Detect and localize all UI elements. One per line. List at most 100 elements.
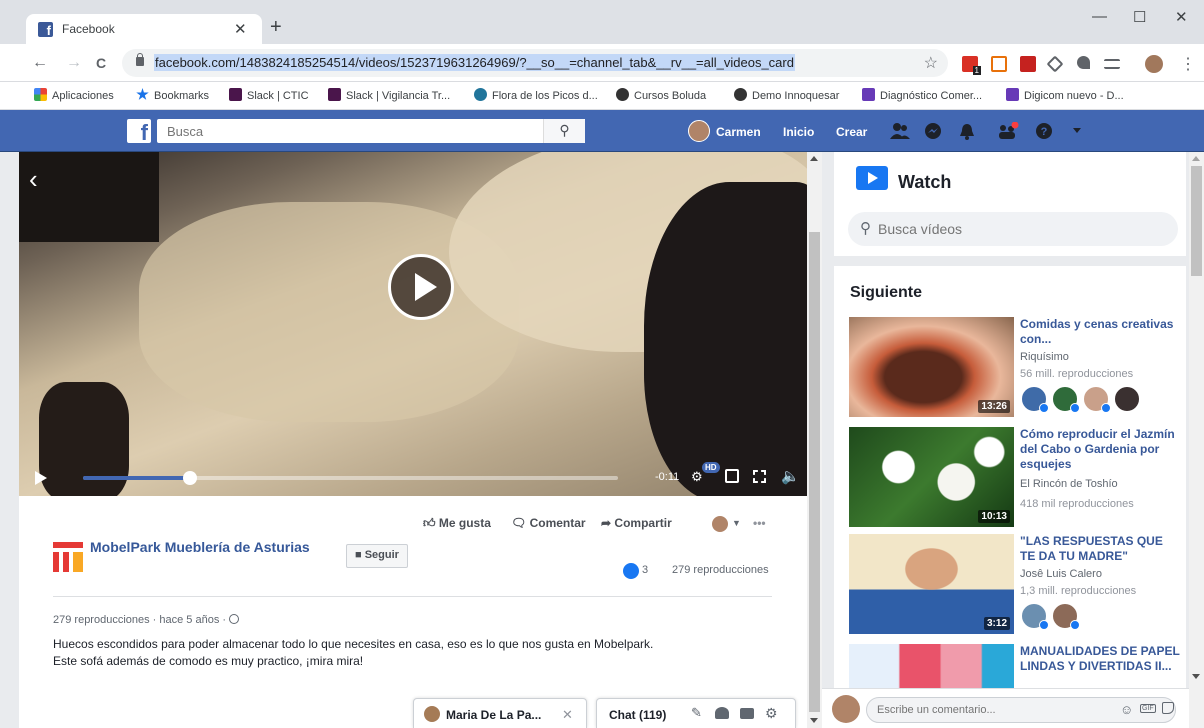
mobelpark-logo-icon[interactable]: [53, 542, 83, 572]
notifications-bell-icon[interactable]: [958, 122, 976, 140]
create-group-icon[interactable]: [715, 707, 729, 719]
watch-title[interactable]: Watch: [898, 172, 951, 193]
user-avatar[interactable]: [688, 120, 710, 142]
extension-icon[interactable]: [991, 56, 1007, 72]
scrollbar-thumb[interactable]: [1191, 166, 1202, 276]
tag-icon[interactable]: [1046, 55, 1064, 73]
comment-button[interactable]: 🗨︎ Comentar: [511, 516, 586, 530]
profile-avatar[interactable]: [1145, 55, 1163, 73]
chat-close-icon[interactable]: ✕: [562, 707, 573, 723]
watch-tv-icon[interactable]: [856, 166, 888, 190]
back-button[interactable]: ←: [32, 54, 48, 72]
url-text[interactable]: facebook.com/1483824185254514/videos/152…: [154, 54, 795, 71]
tab-close-icon[interactable]: ✕: [234, 20, 247, 38]
account-menu-chevron-icon[interactable]: [1073, 128, 1081, 133]
chat-tab-main[interactable]: Chat (119) ✎ ⚙: [596, 698, 796, 728]
close-window-button[interactable]: ✕: [1175, 8, 1188, 26]
share-button[interactable]: ➦ Compartir: [601, 516, 672, 530]
scroll-down-arrow-icon[interactable]: [810, 718, 818, 723]
bookmark-item[interactable]: Flora de los Picos d...: [474, 88, 598, 102]
puzzle-icon[interactable]: [1077, 56, 1090, 69]
new-tab-button[interactable]: +: [270, 17, 282, 37]
fullscreen-icon[interactable]: [753, 470, 766, 483]
progress-handle[interactable]: [183, 471, 197, 485]
minimize-button[interactable]: —: [1092, 8, 1107, 25]
avatar[interactable]: [1113, 385, 1141, 413]
profile-link[interactable]: Carmen: [716, 125, 761, 139]
progress-track[interactable]: [83, 471, 618, 485]
video-call-icon[interactable]: [740, 708, 754, 719]
video-channel[interactable]: Josê Luis Calero: [1020, 568, 1102, 580]
reading-list-icon[interactable]: [1104, 59, 1120, 69]
settings-gear-icon[interactable]: ⚙: [691, 469, 703, 485]
chevron-down-icon[interactable]: ▼: [732, 518, 741, 528]
main-scrollbar[interactable]: [807, 152, 822, 728]
like-count[interactable]: 3: [642, 564, 648, 576]
play-button[interactable]: [388, 254, 454, 320]
bookmark-star-icon[interactable]: ☆: [924, 53, 938, 73]
search-videos-input[interactable]: [848, 212, 1178, 246]
bookmark-item[interactable]: Slack | CTIC: [229, 88, 309, 102]
volume-icon[interactable]: 🔈: [781, 467, 800, 485]
address-bar[interactable]: facebook.com/1483824185254514/videos/152…: [122, 49, 948, 77]
follow-button[interactable]: ■ Seguir: [346, 544, 408, 568]
bookmark-item[interactable]: Aplicaciones: [34, 88, 114, 102]
sidebar-scrollbar[interactable]: [1189, 152, 1204, 728]
messenger-icon[interactable]: [924, 122, 942, 140]
list-item[interactable]: 3:12 "LAS RESPUESTAS QUE TE DA TU MADRE"…: [849, 534, 1184, 634]
video-title-link[interactable]: "LAS RESPUESTAS QUE TE DA TU MADRE": [1020, 534, 1180, 564]
video-title-link[interactable]: Comidas y cenas creativas con...: [1020, 317, 1180, 347]
chat-tab-person[interactable]: Maria De La Pa... ✕: [413, 698, 587, 728]
list-item[interactable]: 13:26 Comidas y cenas creativas con... R…: [849, 317, 1184, 417]
list-item[interactable]: 10:13 Cómo reproducir el Jazmín del Cabo…: [849, 427, 1184, 527]
emoji-icon[interactable]: ☺: [1120, 702, 1133, 717]
page-name-link[interactable]: MobelPark Mueblería de Asturias: [90, 536, 320, 558]
search-button[interactable]: ⚲: [543, 119, 585, 143]
avatar[interactable]: [1082, 385, 1111, 413]
scroll-up-arrow-icon[interactable]: [810, 156, 818, 161]
video-channel[interactable]: El Rincón de Toshío: [1020, 478, 1118, 490]
reload-button[interactable]: C: [96, 55, 106, 71]
avatar[interactable]: [1051, 385, 1080, 413]
forward-button[interactable]: →: [66, 54, 82, 72]
play-icon[interactable]: [35, 471, 47, 485]
scrollbar-thumb[interactable]: [809, 232, 820, 712]
video-player[interactable]: ‹ -0:11 ⚙ HD 🔈: [19, 152, 807, 496]
chrome-menu-icon[interactable]: ⋮: [1180, 54, 1196, 74]
facebook-logo-icon[interactable]: f: [127, 119, 151, 145]
previous-video-chevron-icon[interactable]: ‹: [29, 164, 38, 195]
help-icon[interactable]: ?: [1035, 122, 1053, 140]
groups-icon[interactable]: [997, 121, 1019, 140]
reaction-avatar[interactable]: [712, 516, 728, 532]
extension-icon[interactable]: [1020, 56, 1036, 72]
friend-requests-icon[interactable]: [890, 122, 910, 140]
video-thumbnail[interactable]: 3:12: [849, 534, 1014, 634]
video-title-link[interactable]: Cómo reproducir el Jazmín del Cabo o Gar…: [1020, 427, 1180, 472]
scroll-down-arrow-icon[interactable]: [1192, 674, 1200, 679]
avatar[interactable]: [1020, 602, 1049, 630]
search-input[interactable]: [157, 119, 585, 143]
picture-in-picture-icon[interactable]: [725, 469, 739, 483]
create-link[interactable]: Crear: [836, 125, 867, 139]
maximize-button[interactable]: ☐: [1133, 8, 1146, 26]
chat-settings-gear-icon[interactable]: ⚙: [765, 705, 778, 722]
gif-icon[interactable]: GIF: [1140, 704, 1156, 713]
new-message-icon[interactable]: ✎: [691, 705, 702, 721]
sticker-icon[interactable]: [1162, 702, 1174, 714]
bookmark-item[interactable]: Diagnóstico Comer...: [862, 88, 982, 102]
avatar[interactable]: [1051, 602, 1080, 630]
browser-tab[interactable]: f Facebook ✕: [26, 14, 262, 44]
scroll-up-arrow-icon[interactable]: [1192, 156, 1200, 161]
video-title-link[interactable]: MANUALIDADES DE PAPEL LINDAS Y DIVERTIDA…: [1020, 644, 1180, 674]
video-thumbnail[interactable]: 10:13: [849, 427, 1014, 527]
bookmark-item[interactable]: Demo Innoquesar: [734, 88, 839, 102]
home-link[interactable]: Inicio: [783, 125, 814, 139]
bookmark-item[interactable]: Bookmarks: [136, 88, 209, 102]
video-channel[interactable]: Riquísimo: [1020, 351, 1069, 363]
avatar[interactable]: [1020, 385, 1049, 413]
bookmark-item[interactable]: Cursos Boluda: [616, 88, 706, 102]
more-options-button[interactable]: •••: [753, 516, 766, 530]
bookmark-item[interactable]: Digicom nuevo - D...: [1006, 88, 1124, 102]
like-button[interactable]: 👍︎ Me gusta: [423, 516, 491, 531]
extension-icon[interactable]: 1: [962, 56, 981, 75]
